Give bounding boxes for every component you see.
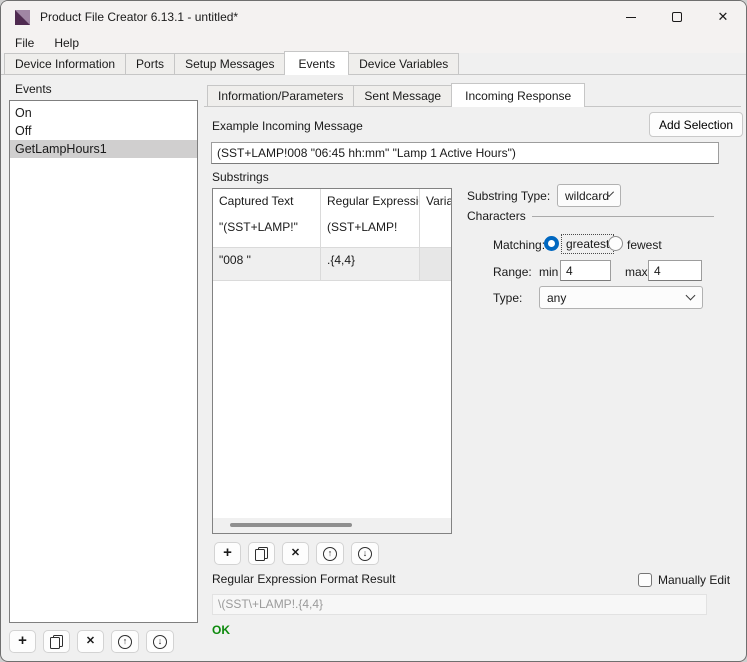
type-value: any <box>547 291 566 305</box>
matching-label: Matching: <box>493 238 545 252</box>
plus-icon: + <box>18 633 27 648</box>
chevron-down-icon <box>686 291 696 301</box>
column-header-variable[interactable]: Variab <box>420 189 452 215</box>
arrow-down-circle-icon: ↓ <box>358 547 372 561</box>
main-tab-device-information[interactable]: Device Information <box>4 53 126 74</box>
radio-fewest[interactable] <box>608 236 623 251</box>
list-item-on[interactable]: On <box>10 104 197 122</box>
menubar: File Help <box>1 33 746 53</box>
cell-regular-expression[interactable]: (SST+LAMP! <box>321 215 420 248</box>
main-tab-events[interactable]: Events <box>284 51 349 75</box>
table-row-selected[interactable]: "008 " .{4,4} <box>213 248 452 281</box>
add-event-button[interactable]: + <box>9 630 36 653</box>
maximize-button[interactable] <box>654 1 700 33</box>
example-incoming-message-input[interactable] <box>211 142 719 164</box>
arrow-up-circle-icon: ↑ <box>118 635 132 649</box>
copy-icon <box>50 635 63 649</box>
move-substring-up-button[interactable]: ↑ <box>316 542 344 565</box>
list-item-off[interactable]: Off <box>10 122 197 140</box>
plus-icon: + <box>223 545 232 560</box>
events-panel-label: Events <box>15 82 52 96</box>
copy-icon <box>255 547 268 561</box>
regex-format-result-field: \(SST\+LAMP!.{4,4} <box>212 594 707 615</box>
close-button[interactable]: ✕ <box>700 1 746 33</box>
min-label: min <box>539 265 558 279</box>
type-select[interactable]: any <box>539 286 703 309</box>
cell-captured-text[interactable]: "(SST+LAMP!" <box>213 215 321 248</box>
app-icon <box>15 10 30 25</box>
move-event-down-button[interactable]: ↓ <box>146 630 174 653</box>
main-tab-ports[interactable]: Ports <box>125 53 175 74</box>
x-icon: ✕ <box>291 548 300 559</box>
radio-fewest-label: fewest <box>627 238 662 252</box>
events-toolbar: + ✕ ↑ ↓ <box>9 630 174 653</box>
manually-edit-checkbox[interactable] <box>638 573 652 587</box>
copy-event-button[interactable] <box>43 630 70 653</box>
manually-edit-label: Manually Edit <box>658 573 730 587</box>
cell-regular-expression[interactable]: .{4,4} <box>321 248 420 281</box>
move-event-up-button[interactable]: ↑ <box>111 630 139 653</box>
substring-type-value: wildcard <box>565 189 609 203</box>
type-label: Type: <box>493 291 522 305</box>
menu-item-help[interactable]: Help <box>44 34 89 52</box>
add-substring-button[interactable]: + <box>214 542 241 565</box>
substrings-toolbar: + ✕ ↑ ↓ <box>214 542 379 565</box>
arrow-down-circle-icon: ↓ <box>153 635 167 649</box>
range-label: Range: <box>493 265 532 279</box>
column-header-regular-expression[interactable]: Regular Expressio <box>321 189 420 215</box>
status-text: OK <box>212 623 230 637</box>
tab-incoming-response[interactable]: Incoming Response <box>451 83 585 107</box>
table-header-row: Captured Text Regular Expressio Variab <box>213 189 452 215</box>
app-window: Product File Creator 6.13.1 - untitled* … <box>0 0 747 662</box>
substring-type-label: Substring Type: <box>467 189 550 203</box>
arrow-up-circle-icon: ↑ <box>323 547 337 561</box>
events-list[interactable]: On Off GetLampHours1 <box>9 100 198 623</box>
tab-information-parameters[interactable]: Information/Parameters <box>207 85 354 106</box>
table-row[interactable]: "(SST+LAMP!" (SST+LAMP! <box>213 215 452 248</box>
characters-group-label: Characters <box>467 209 526 223</box>
response-tabstrip: Information/Parameters Sent Message Inco… <box>204 85 741 107</box>
window-controls: ✕ <box>608 1 746 33</box>
copy-substring-button[interactable] <box>248 542 275 565</box>
radio-greatest-label: greatest <box>561 234 614 254</box>
substrings-table[interactable]: Captured Text Regular Expressio Variab "… <box>212 188 452 534</box>
window-title: Product File Creator 6.13.1 - untitled* <box>40 10 238 24</box>
scrollbar-thumb[interactable] <box>230 523 352 527</box>
x-icon: ✕ <box>86 636 95 647</box>
cell-captured-text[interactable]: "008 " <box>213 248 321 281</box>
characters-divider <box>532 216 714 217</box>
menu-item-file[interactable]: File <box>5 34 44 52</box>
cell-variable[interactable] <box>420 215 452 248</box>
table-horizontal-scrollbar[interactable] <box>213 518 451 533</box>
max-input[interactable] <box>648 260 702 281</box>
cell-variable[interactable] <box>420 248 452 281</box>
substring-type-select[interactable]: wildcard <box>557 184 621 207</box>
main-tab-device-variables[interactable]: Device Variables <box>348 53 459 74</box>
list-item-getlamphours1[interactable]: GetLampHours1 <box>10 140 197 158</box>
minimize-icon <box>626 17 636 18</box>
example-incoming-message-label: Example Incoming Message <box>212 119 363 133</box>
main-tab-setup-messages[interactable]: Setup Messages <box>174 53 285 74</box>
move-substring-down-button[interactable]: ↓ <box>351 542 379 565</box>
close-icon: ✕ <box>718 9 729 25</box>
min-input[interactable] <box>560 260 611 281</box>
column-header-captured-text[interactable]: Captured Text <box>213 189 321 215</box>
delete-event-button[interactable]: ✕ <box>77 630 104 653</box>
add-selection-button[interactable]: Add Selection <box>649 112 743 137</box>
max-label: max <box>625 265 648 279</box>
main-tabstrip: Device Information Ports Setup Messages … <box>1 53 746 75</box>
minimize-button[interactable] <box>608 1 654 33</box>
delete-substring-button[interactable]: ✕ <box>282 542 309 565</box>
substrings-label: Substrings <box>212 170 269 184</box>
regex-format-result-label: Regular Expression Format Result <box>212 572 395 586</box>
titlebar: Product File Creator 6.13.1 - untitled* … <box>1 1 746 33</box>
maximize-icon <box>672 12 682 22</box>
radio-greatest[interactable] <box>544 236 559 251</box>
tab-sent-message[interactable]: Sent Message <box>353 85 452 106</box>
